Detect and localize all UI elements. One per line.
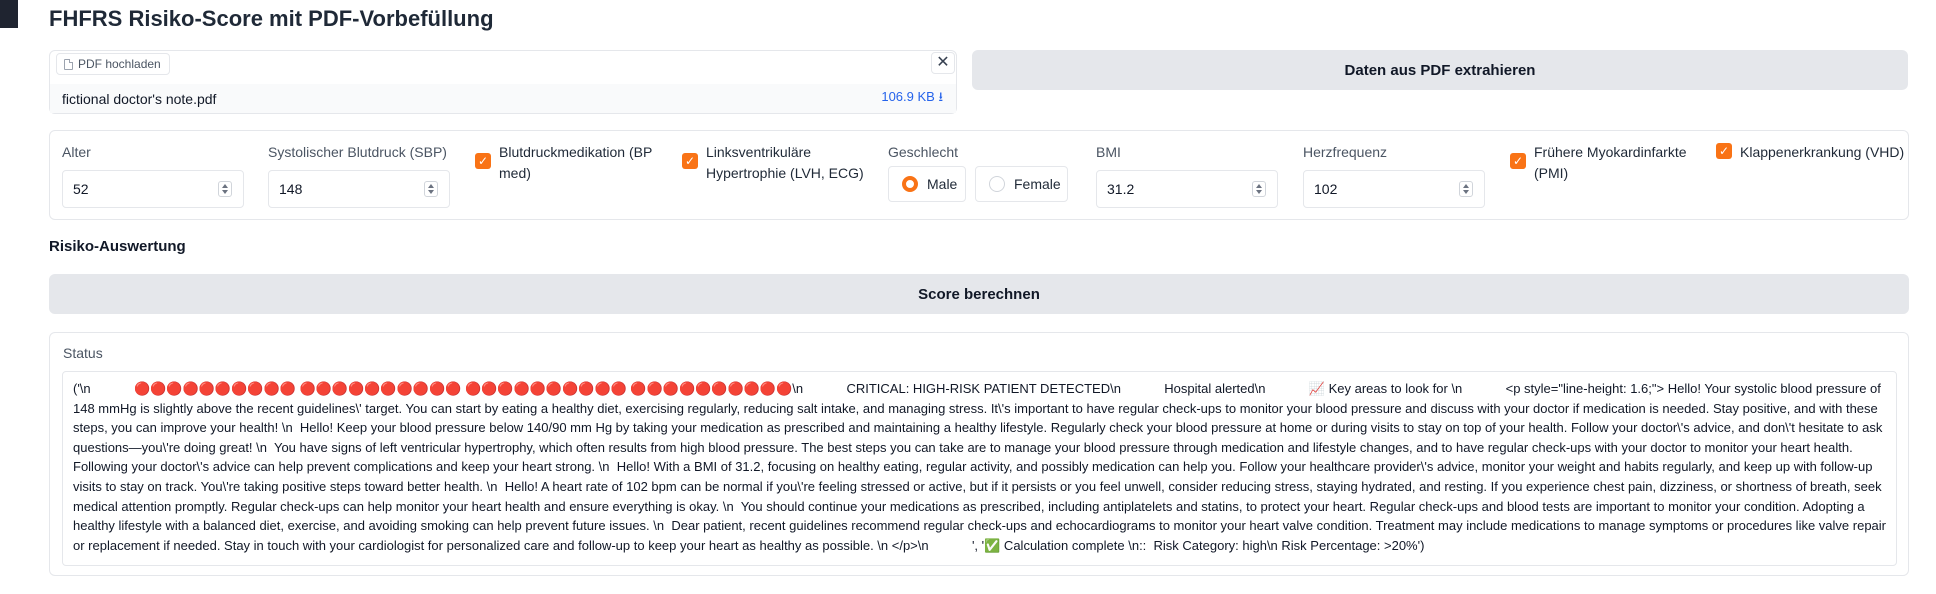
bp-med-checkbox[interactable]: ✓ xyxy=(475,153,491,169)
age-label: Alter xyxy=(62,144,91,160)
bmi-label: BMI xyxy=(1096,144,1121,160)
extract-pdf-button[interactable]: Daten aus PDF extrahieren xyxy=(972,50,1908,90)
male-radio[interactable] xyxy=(902,176,918,192)
heart-rate-label: Herzfrequenz xyxy=(1303,144,1388,160)
page-title: FHFRS Risiko-Score mit PDF-Vorbefüllung xyxy=(49,6,494,31)
pdf-upload-label: PDF hochladen xyxy=(56,53,170,75)
status-text: ('\n 🔴🔴🔴🔴🔴🔴🔴🔴🔴🔴 🔴🔴🔴🔴🔴🔴🔴🔴🔴🔴 🔴🔴🔴🔴🔴🔴🔴🔴🔴🔴 🔴🔴… xyxy=(73,381,1886,553)
sbp-input[interactable]: 148 xyxy=(268,170,450,208)
lvh-checkbox[interactable]: ✓ xyxy=(682,153,698,169)
sex-label: Geschlecht xyxy=(888,144,959,160)
sex-option-male[interactable]: Male xyxy=(888,166,966,202)
bmi-value: 31.2 xyxy=(1107,181,1135,197)
lvh-label: Linksventrikuläre Hypertrophie (LVH, ECG… xyxy=(706,144,864,181)
status-panel: Status ('\n 🔴🔴🔴🔴🔴🔴🔴🔴🔴🔴 🔴🔴🔴🔴🔴🔴🔴🔴🔴🔴 🔴🔴🔴🔴🔴🔴… xyxy=(49,332,1909,576)
status-label: Status xyxy=(63,345,103,361)
file-icon xyxy=(64,58,73,70)
uploaded-file-row: fictional doctor's note.pdf 106.9 KB ⭳ xyxy=(50,84,956,113)
checkmark-icon: ✓ xyxy=(684,154,696,168)
calculate-score-button[interactable]: Score berechnen xyxy=(49,274,1909,314)
sbp-label: Systolischer Blutdruck (SBP) xyxy=(268,144,447,160)
status-output[interactable]: ('\n 🔴🔴🔴🔴🔴🔴🔴🔴🔴🔴 🔴🔴🔴🔴🔴🔴🔴🔴🔴🔴 🔴🔴🔴🔴🔴🔴🔴🔴🔴🔴 🔴🔴… xyxy=(62,371,1897,566)
pdf-upload-block[interactable]: PDF hochladen ✕ fictional doctor's note.… xyxy=(49,50,957,114)
pmi-checkbox[interactable]: ✓ xyxy=(1510,153,1526,169)
checkmark-icon: ✓ xyxy=(1718,144,1730,158)
bmi-stepper[interactable] xyxy=(1252,181,1266,197)
bp-med-label: Blutdruckmedikation (BP med) xyxy=(499,144,653,181)
sex-option-female[interactable]: Female xyxy=(975,166,1068,202)
heart-rate-value: 102 xyxy=(1314,181,1338,197)
age-stepper[interactable] xyxy=(218,181,232,197)
clear-file-button[interactable]: ✕ xyxy=(931,52,955,74)
heart-rate-input[interactable]: 102 xyxy=(1303,170,1485,208)
age-input[interactable]: 52 xyxy=(62,170,244,208)
age-value: 52 xyxy=(73,181,89,197)
vhd-checkbox[interactable]: ✓ xyxy=(1716,143,1732,159)
vhd-label: Klappenerkrankung (VHD) xyxy=(1740,144,1905,160)
checkmark-icon: ✓ xyxy=(477,154,489,168)
checkmark-icon: ✓ xyxy=(1512,154,1524,168)
male-label: Male xyxy=(927,176,958,192)
section-heading: Risiko-Auswertung xyxy=(49,238,186,255)
heart-rate-stepper[interactable] xyxy=(1459,181,1473,197)
pmi-label: Frühere Myokardinfarkte (PMI) xyxy=(1534,144,1687,181)
file-download-link[interactable]: 106.9 KB ⭳ xyxy=(881,88,943,110)
sbp-value: 148 xyxy=(279,181,303,197)
pdf-upload-label-text: PDF hochladen xyxy=(78,57,161,71)
corner-tab xyxy=(0,0,18,28)
female-label: Female xyxy=(1014,176,1061,192)
file-name: fictional doctor's note.pdf xyxy=(62,90,217,107)
sbp-stepper[interactable] xyxy=(424,181,438,197)
female-radio[interactable] xyxy=(989,176,1005,192)
bmi-input[interactable]: 31.2 xyxy=(1096,170,1278,208)
